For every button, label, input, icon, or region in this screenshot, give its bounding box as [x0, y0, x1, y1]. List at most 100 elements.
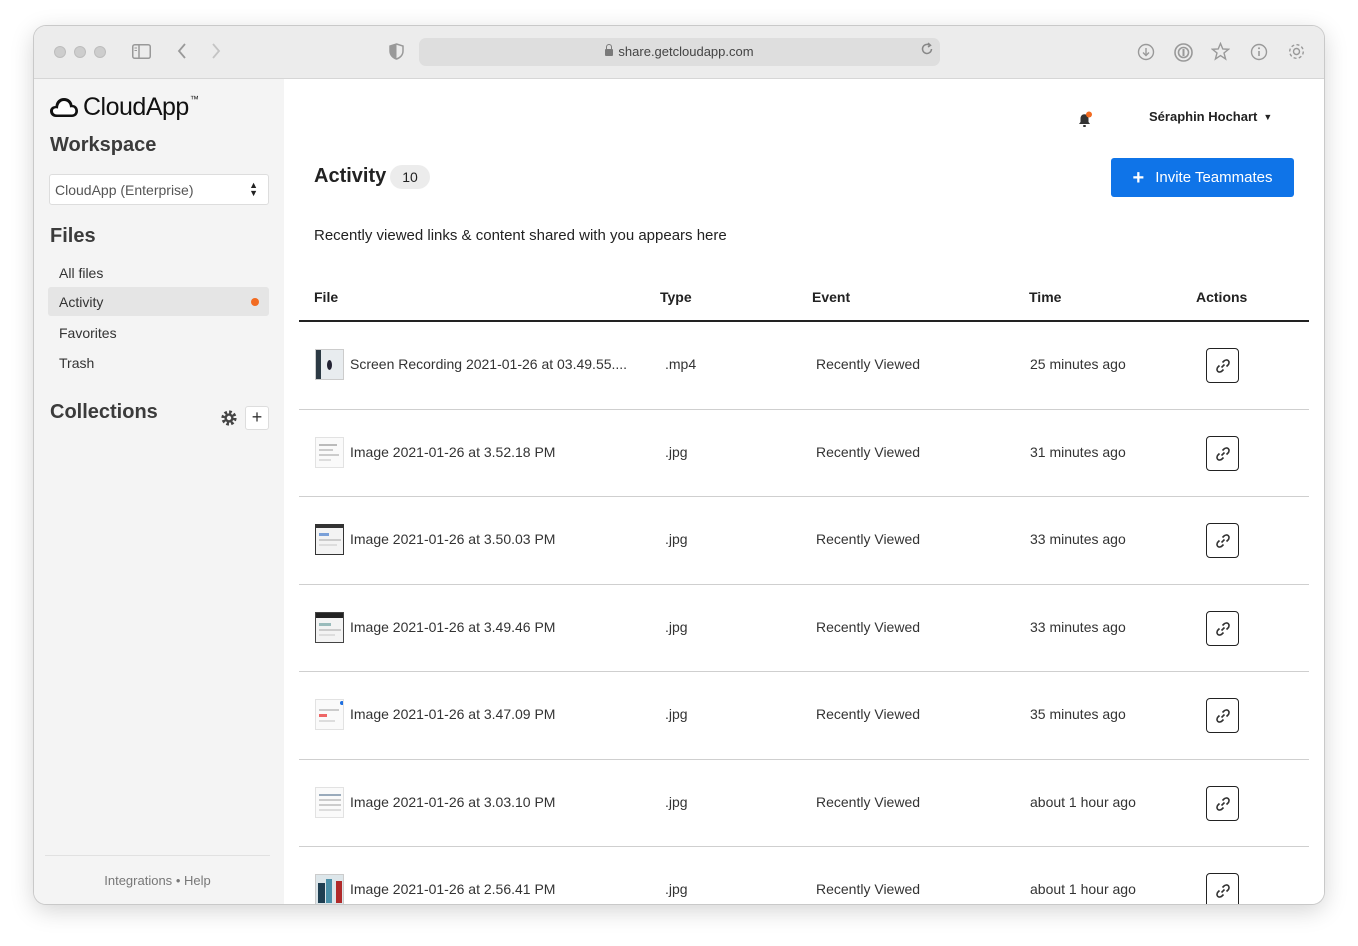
file-type: .jpg	[665, 706, 688, 722]
file-name[interactable]: Image 2021-01-26 at 3.50.03 PM	[350, 531, 555, 547]
link-icon	[1216, 709, 1230, 723]
cloudapp-logo[interactable]: CloudApp ™	[49, 91, 199, 123]
invite-button-label: Invite Teammates	[1155, 169, 1273, 186]
trademark: ™	[189, 94, 199, 104]
table-row[interactable]: Image 2021-01-26 at 3.50.03 PM .jpg Rece…	[299, 497, 1309, 585]
event-text: Recently Viewed	[816, 618, 921, 635]
file-thumbnail	[315, 524, 344, 555]
user-menu[interactable]: Séraphin Hochart ▼	[1149, 109, 1272, 124]
sidebar-item-label: Favorites	[59, 325, 117, 341]
reload-icon[interactable]	[920, 42, 934, 59]
time-text: 35 minutes ago	[1030, 706, 1126, 722]
sidebar: CloudApp ™ Workspace CloudApp (Enterprise…	[34, 79, 284, 904]
column-header-event: Event	[812, 289, 851, 305]
file-name[interactable]: Image 2021-01-26 at 3.03.10 PM	[350, 794, 555, 810]
main-content: Séraphin Hochart ▼ Activity 10 + Invite Te…	[284, 79, 1324, 904]
activity-count-badge: 10	[390, 165, 430, 189]
time-text: 31 minutes ago	[1030, 443, 1126, 460]
plus-icon: +	[1132, 166, 1145, 189]
gear-icon[interactable]	[220, 409, 238, 427]
column-header-type: Type	[660, 289, 692, 305]
address-bar[interactable]: share.getcloudapp.com	[419, 38, 940, 66]
select-arrows-icon: ▲ ▼	[249, 180, 258, 198]
gear-icon[interactable]	[1287, 42, 1306, 65]
shield-icon[interactable]	[389, 43, 404, 64]
copy-link-button[interactable]	[1206, 698, 1239, 733]
copy-link-button[interactable]	[1206, 523, 1239, 558]
event-text: Recently Viewed	[816, 793, 921, 810]
sidebar-item-trash[interactable]: Trash	[48, 348, 269, 377]
add-collection-button[interactable]: +	[245, 406, 269, 430]
copy-link-button[interactable]	[1206, 348, 1239, 383]
file-thumbnail	[315, 786, 344, 818]
time-text: 33 minutes ago	[1030, 618, 1126, 635]
page-subtitle: Recently viewed links & content shared w…	[314, 227, 727, 244]
link-icon	[1216, 446, 1230, 461]
event-text: Recently Viewed	[816, 706, 921, 722]
time-text: 33 minutes ago	[1030, 531, 1126, 547]
file-thumbnail	[315, 611, 344, 643]
file-thumbnail	[315, 699, 344, 730]
column-header-actions: Actions	[1196, 289, 1248, 305]
copy-link-button[interactable]	[1206, 435, 1239, 471]
download-icon[interactable]	[1137, 43, 1155, 65]
sidebar-item-favorites[interactable]: Favorites	[48, 318, 269, 347]
password-icon[interactable]	[1174, 43, 1193, 66]
file-name[interactable]: Image 2021-01-26 at 2.56.41 PM	[350, 881, 555, 897]
table-row[interactable]: Image 2021-01-26 at 2.56.41 PM .jpg Rece…	[299, 847, 1309, 904]
sidebar-item-activity[interactable]: Activity	[48, 287, 269, 316]
link-icon	[1216, 621, 1230, 636]
sidebar-footer: Integrations • Help	[45, 855, 270, 888]
event-text: Recently Viewed	[816, 443, 921, 460]
invite-teammates-button[interactable]: + Invite Teammates	[1111, 158, 1294, 197]
close-window-button[interactable]	[54, 46, 66, 58]
caret-down-icon: ▼	[1263, 112, 1273, 122]
copy-link-button[interactable]	[1206, 785, 1239, 821]
zoom-window-button[interactable]	[94, 46, 106, 58]
table-row[interactable]: Image 2021-01-26 at 3.47.09 PM .jpg Rece…	[299, 672, 1309, 760]
integrations-link[interactable]: Integrations	[104, 873, 172, 888]
workspace-select[interactable]: CloudApp (Enterprise) ▲ ▼	[49, 174, 269, 205]
table-row[interactable]: Image 2021-01-26 at 3.52.18 PM .jpg Rece…	[299, 410, 1309, 497]
column-header-file: File	[314, 289, 339, 305]
table-row[interactable]: Image 2021-01-26 at 3.49.46 PM .jpg Rece…	[299, 585, 1309, 672]
notification-dot	[251, 298, 259, 306]
sidebar-item-label: Trash	[59, 355, 95, 371]
user-name: Séraphin Hochart	[1149, 109, 1258, 124]
file-type: .jpg	[665, 443, 688, 460]
link-icon	[1216, 884, 1230, 898]
help-link[interactable]: Help	[184, 873, 211, 888]
file-type: .jpg	[665, 618, 688, 635]
time-text: about 1 hour ago	[1030, 881, 1136, 897]
minimize-window-button[interactable]	[74, 46, 86, 58]
link-icon	[1216, 534, 1230, 548]
file-name[interactable]: Image 2021-01-26 at 3.52.18 PM	[350, 444, 555, 460]
table-row[interactable]: Image 2021-01-26 at 3.03.10 PM .jpg Rece…	[299, 760, 1309, 847]
file-thumbnail	[315, 349, 344, 380]
copy-link-button[interactable]	[1206, 610, 1239, 646]
sidebar-item-all-files[interactable]: All files	[48, 258, 269, 287]
event-text: Recently Viewed	[816, 881, 921, 897]
browser-toolbar: share.getcloudapp.com	[34, 26, 1324, 79]
chevron-right-icon[interactable]	[210, 42, 222, 64]
chevron-left-icon[interactable]	[176, 42, 188, 64]
table-row[interactable]: Screen Recording 2021-01-26 at 03.49.55.…	[299, 322, 1309, 410]
workspace-heading: Workspace	[50, 134, 157, 156]
copy-link-button[interactable]	[1206, 873, 1239, 904]
file-name[interactable]: Image 2021-01-26 at 3.49.46 PM	[350, 619, 555, 635]
sidebar-icon[interactable]	[132, 43, 151, 63]
file-type: .jpg	[665, 531, 688, 547]
collections-heading: Collections	[50, 401, 158, 423]
bell-icon[interactable]	[1076, 111, 1094, 129]
star-icon[interactable]	[1210, 41, 1231, 65]
file-type: .jpg	[665, 881, 688, 897]
info-icon[interactable]	[1250, 43, 1268, 65]
files-heading: Files	[50, 225, 96, 247]
file-name[interactable]: Screen Recording 2021-01-26 at 03.49.55.…	[350, 356, 627, 372]
file-name[interactable]: Image 2021-01-26 at 3.47.09 PM	[350, 706, 555, 722]
file-type: .mp4	[665, 356, 697, 372]
link-icon	[1216, 359, 1230, 373]
link-icon	[1216, 796, 1230, 811]
file-thumbnail	[315, 874, 344, 904]
time-text: 25 minutes ago	[1030, 356, 1126, 372]
